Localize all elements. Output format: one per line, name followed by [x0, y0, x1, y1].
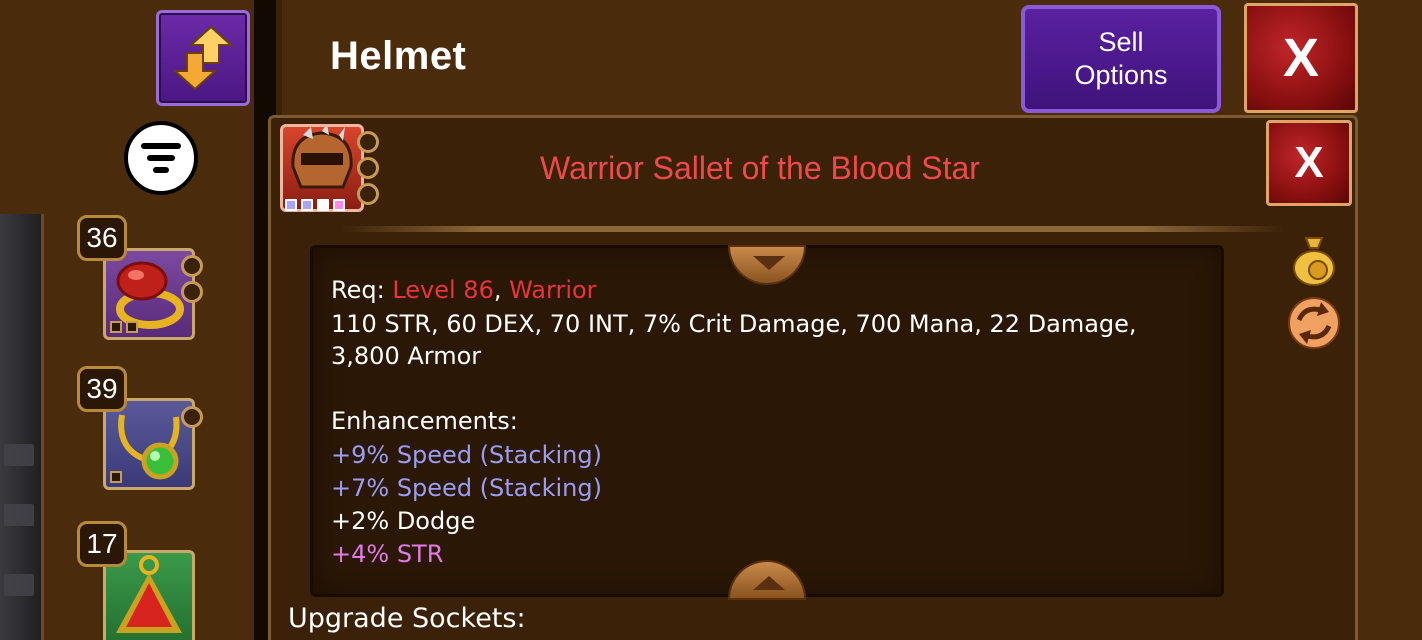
swap-cycle-icon[interactable] — [1287, 296, 1341, 350]
req-separator: , — [493, 276, 510, 304]
socket-slot — [357, 183, 379, 205]
enhancements-heading: Enhancements: — [331, 407, 518, 435]
chevron-down-icon — [753, 256, 785, 270]
close-button[interactable]: X — [1244, 3, 1358, 113]
page-title: Helmet — [330, 34, 467, 78]
socket-slot — [181, 406, 203, 428]
filter-button[interactable] — [124, 121, 198, 195]
item-icon — [280, 124, 364, 212]
sort-button[interactable] — [156, 10, 250, 106]
socket-slot — [357, 157, 379, 179]
background-scene — [0, 214, 44, 640]
enhancement-line: +7% Speed (Stacking) — [331, 474, 602, 502]
upgrade-sockets-heading: Upgrade Sockets: — [288, 603, 526, 634]
socket-slot — [357, 131, 379, 153]
panel-close-button[interactable]: X — [1266, 120, 1352, 206]
level-badge: 36 — [77, 215, 127, 261]
sell-options-label: Sell Options — [1074, 27, 1168, 90]
req-class: Warrior — [509, 276, 597, 304]
req-level: Level 86 — [392, 276, 494, 304]
helmet-icon — [291, 127, 353, 189]
enhancement-line: +2% Dodge — [331, 507, 476, 535]
sell-options-button[interactable]: Sell Options — [1021, 5, 1221, 113]
stats-line: 110 STR, 60 DEX, 70 INT, 7% Crit Damage,… — [331, 310, 1137, 338]
sort-swap-icon — [172, 25, 234, 91]
requirement-line: Req: Level 86, Warrior — [331, 276, 597, 304]
socket-slot — [181, 281, 203, 303]
title-divider — [340, 226, 1286, 232]
money-bag-icon[interactable] — [1290, 232, 1338, 286]
req-label: Req: — [331, 276, 393, 304]
item-title: Warrior Sallet of the Blood Star — [540, 150, 980, 186]
level-badge: 17 — [77, 521, 127, 567]
chevron-up-icon — [753, 576, 785, 590]
enhancement-line: +9% Speed (Stacking) — [331, 441, 602, 469]
socket-slot — [181, 255, 203, 277]
stats-line: 3,800 Armor — [331, 342, 482, 370]
enhancement-line: +4% STR — [331, 540, 444, 568]
level-badge: 39 — [77, 366, 127, 412]
